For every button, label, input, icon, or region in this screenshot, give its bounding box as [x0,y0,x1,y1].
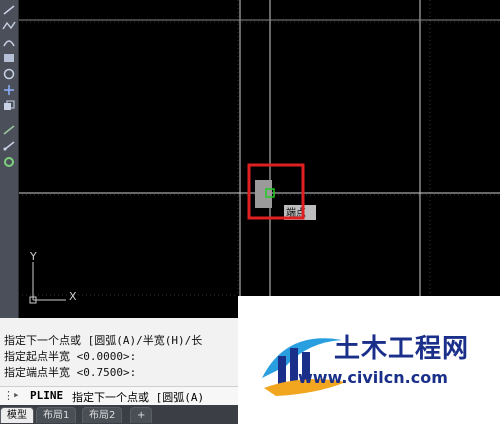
stretch-icon[interactable] [2,124,16,136]
watermark-url: www.civilcn.com [298,368,448,387]
offset-icon[interactable] [2,156,16,168]
polyline-segment[interactable] [255,180,272,208]
prompt-command: PLINE [30,389,64,402]
arc-icon[interactable] [2,36,16,48]
add-layout-button[interactable]: + [130,407,153,423]
circle-icon[interactable] [2,68,16,80]
layout-tabs: 模型 布局1 布局2 + [0,405,238,424]
command-history-line: 指定端点半宽 <0.7500>: [4,366,137,379]
command-close-icon[interactable]: ▸ [13,388,20,401]
watermark-title: 土木工程网 [334,334,470,364]
command-history-line: 指定起点半宽 <0.0000>: [4,350,137,363]
copy-icon[interactable] [2,100,16,112]
ucs-x-label: X [69,290,77,303]
ucs-y-label: Y [29,250,37,263]
left-toolbar [0,0,19,318]
rectangle-icon[interactable] [2,52,16,64]
move-icon[interactable] [2,84,16,96]
command-input[interactable]: ⋮ ▸ PLINE 指定下一个点或 [圆弧(A) [0,386,238,405]
watermark-logo: 土木工程网 www.civilcn.com [238,296,500,424]
tab-layout2[interactable]: 布局2 [82,407,123,423]
line-icon[interactable] [2,4,16,16]
command-history-line: 指定下一个点或 [圆弧(A)/半宽(H)/长 [4,334,203,347]
scale-icon[interactable] [2,140,16,152]
polyline-icon[interactable] [2,20,16,32]
tab-layout1[interactable]: 布局1 [36,407,77,423]
tab-model[interactable]: 模型 [0,407,34,423]
prompt-text: 指定下一个点或 [圆弧(A) [72,391,205,404]
